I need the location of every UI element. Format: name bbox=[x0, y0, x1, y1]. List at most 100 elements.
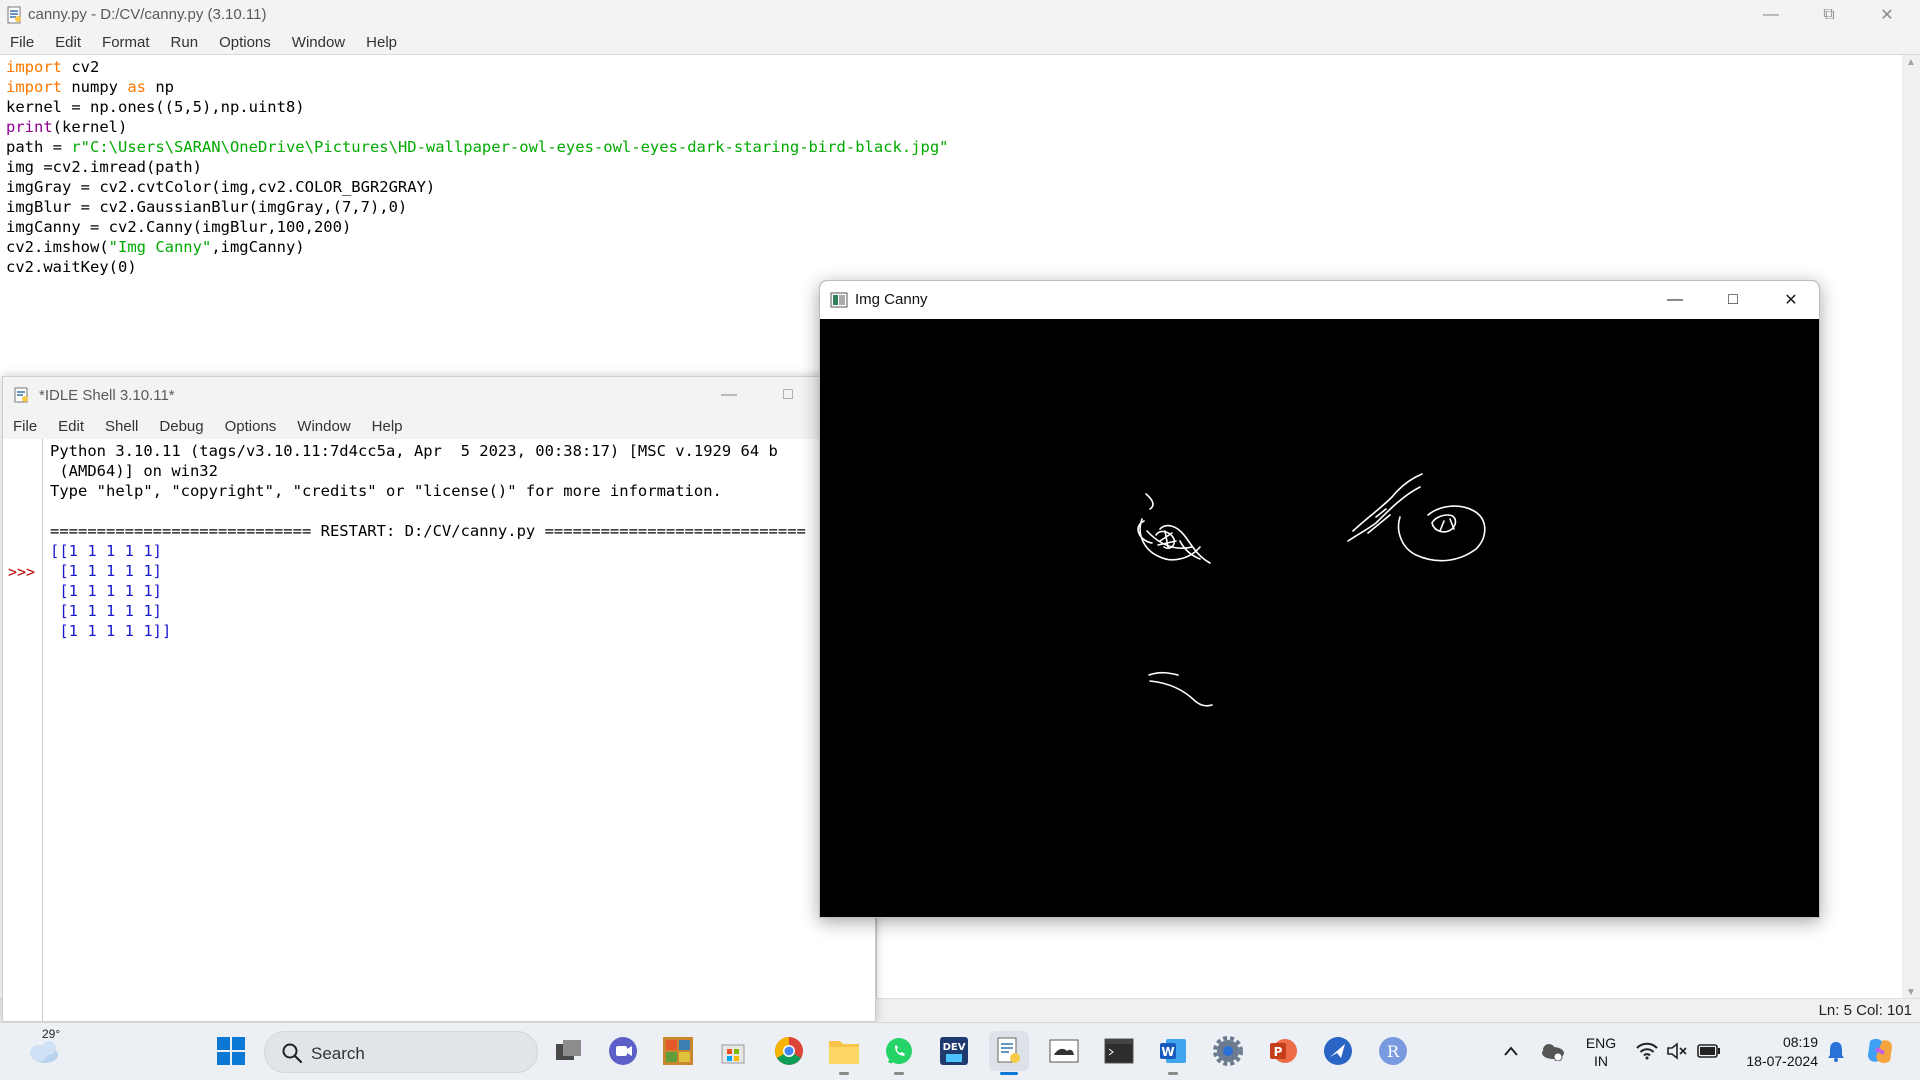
menu-options[interactable]: Options bbox=[219, 34, 271, 51]
editor-text-area[interactable] bbox=[876, 910, 1902, 998]
scroll-up-icon[interactable]: ▲ bbox=[1906, 57, 1916, 68]
shell-minimize-button[interactable]: — bbox=[700, 380, 758, 410]
output-line: [1 1 1 1 1] bbox=[50, 582, 162, 600]
svg-text:DEV: DEV bbox=[943, 1042, 966, 1053]
output-line: [[1 1 1 1 1] bbox=[50, 542, 162, 560]
shell-menubar: File Edit Shell Debug Options Window Hel… bbox=[3, 413, 875, 439]
shell-titlebar[interactable]: *IDLE Shell 3.10.11* — □ bbox=[3, 377, 875, 413]
code-line: imgBlur = cv2.GaussianBlur(imgGray,(7,7)… bbox=[6, 198, 408, 216]
menu-window[interactable]: Window bbox=[292, 34, 345, 51]
code-line: imgGray = cv2.cvtColor(img,cv2.COLOR_BGR… bbox=[6, 178, 436, 196]
cursor-position: Ln: 5 Col: 101 bbox=[1818, 1002, 1912, 1019]
whatsapp-icon[interactable] bbox=[879, 1031, 919, 1075]
shell-maximize-button[interactable]: □ bbox=[759, 380, 817, 410]
shell-menu-debug[interactable]: Debug bbox=[159, 418, 203, 435]
scroll-down-icon[interactable]: ▼ bbox=[1906, 987, 1916, 998]
weather-temp: 29° bbox=[42, 1027, 61, 1041]
canny-edge-image bbox=[820, 319, 1819, 917]
capture-icon[interactable] bbox=[1044, 1031, 1084, 1071]
restore-button[interactable]: ⧉ bbox=[1800, 0, 1858, 30]
code-line: print(kernel) bbox=[6, 118, 128, 136]
feedback-icon[interactable] bbox=[1318, 1031, 1358, 1071]
lang-label: ENG bbox=[1585, 1035, 1617, 1051]
copilot-icon[interactable] bbox=[1860, 1031, 1900, 1071]
chrome-icon[interactable] bbox=[769, 1031, 809, 1071]
notification-bell-icon[interactable] bbox=[1822, 1031, 1850, 1071]
chevron-up-icon[interactable] bbox=[1498, 1031, 1524, 1071]
idle-shell-icon bbox=[13, 386, 31, 404]
battery-icon[interactable] bbox=[1694, 1031, 1724, 1071]
idle-icon[interactable] bbox=[989, 1031, 1029, 1075]
output-line: [1 1 1 1 1] bbox=[50, 562, 162, 580]
settings-icon[interactable] bbox=[1208, 1031, 1248, 1071]
canny-maximize-button[interactable]: □ bbox=[1704, 281, 1762, 319]
menu-file[interactable]: File bbox=[10, 34, 34, 51]
clock-date: 18-07-2024 bbox=[1746, 1053, 1818, 1069]
output-line: [1 1 1 1 1]] bbox=[50, 622, 172, 640]
shell-line: Python 3.10.11 (tags/v3.10.11:7d4cc5a, A… bbox=[50, 442, 778, 460]
idle-shell-window: *IDLE Shell 3.10.11* — □ File Edit Shell… bbox=[2, 376, 876, 1022]
editor-title: canny.py - D:/CV/canny.py (3.10.11) bbox=[28, 6, 267, 23]
output-line: [1 1 1 1 1] bbox=[50, 602, 162, 620]
profile-avatar-icon[interactable]: R bbox=[1373, 1031, 1413, 1071]
terminal-icon[interactable] bbox=[1099, 1031, 1139, 1071]
code-line: path = r"C:\Users\SARAN\OneDrive\Picture… bbox=[6, 138, 949, 156]
canny-titlebar[interactable]: Img Canny — □ ✕ bbox=[820, 281, 1819, 319]
shell-line: ​ bbox=[50, 501, 875, 521]
weather-widget[interactable]: 29° bbox=[20, 1027, 66, 1069]
code-line: import numpy as np bbox=[6, 78, 174, 96]
close-button[interactable]: ✕ bbox=[1858, 0, 1916, 30]
start-button[interactable] bbox=[211, 1031, 251, 1071]
img-canny-window: Img Canny — □ ✕ bbox=[819, 280, 1820, 918]
volume-muted-icon[interactable] bbox=[1663, 1031, 1691, 1071]
word-icon[interactable]: W bbox=[1153, 1031, 1193, 1075]
shell-line: (AMD64)] on win32 bbox=[50, 462, 218, 480]
taskbar-search[interactable]: Search bbox=[264, 1031, 538, 1073]
task-view-icon[interactable] bbox=[549, 1031, 589, 1071]
shell-menu-options[interactable]: Options bbox=[225, 418, 277, 435]
opencv-window-icon bbox=[830, 291, 848, 309]
shell-prompt: >>> bbox=[8, 563, 36, 581]
shell-menu-help[interactable]: Help bbox=[372, 418, 403, 435]
menu-edit[interactable]: Edit bbox=[55, 34, 81, 51]
clock[interactable]: 08:19 18-07-2024 bbox=[1734, 1033, 1818, 1071]
shell-menu-edit[interactable]: Edit bbox=[58, 418, 84, 435]
shell-line: Type "help", "copyright", "credits" or "… bbox=[50, 482, 722, 500]
store-icon[interactable] bbox=[713, 1031, 753, 1071]
code-line: cv2.imshow("Img Canny",imgCanny) bbox=[6, 238, 305, 256]
search-icon bbox=[281, 1042, 303, 1069]
onedrive-icon[interactable] bbox=[1535, 1031, 1569, 1071]
shell-line: ============================ RESTART: D:… bbox=[50, 522, 806, 540]
shell-menu-window[interactable]: Window bbox=[297, 418, 350, 435]
clock-time: 08:19 bbox=[1782, 1034, 1818, 1050]
svg-text:W: W bbox=[1161, 1045, 1174, 1059]
menu-run[interactable]: Run bbox=[171, 34, 199, 51]
svg-text:R: R bbox=[1387, 1042, 1400, 1061]
canny-minimize-button[interactable]: — bbox=[1646, 281, 1704, 319]
menu-format[interactable]: Format bbox=[102, 34, 150, 51]
editor-titlebar[interactable]: canny.py - D:/CV/canny.py (3.10.11) — ⧉ … bbox=[0, 0, 1920, 30]
powerpoint-icon[interactable]: P bbox=[1263, 1031, 1303, 1071]
shell-output[interactable]: Python 3.10.11 (tags/v3.10.11:7d4cc5a, A… bbox=[50, 441, 875, 1019]
shell-menu-shell[interactable]: Shell bbox=[105, 418, 138, 435]
code-line: img =cv2.imread(path) bbox=[6, 158, 202, 176]
svg-text:P: P bbox=[1274, 1045, 1283, 1059]
vertical-scrollbar[interactable]: ▲ ▼ bbox=[1902, 55, 1920, 1000]
python-file-icon bbox=[6, 6, 24, 24]
menu-help[interactable]: Help bbox=[366, 34, 397, 51]
minimize-button[interactable]: — bbox=[1742, 0, 1800, 30]
file-explorer-icon[interactable] bbox=[824, 1031, 864, 1075]
dev-home-icon[interactable]: DEV bbox=[934, 1031, 974, 1071]
wifi-icon[interactable] bbox=[1633, 1031, 1661, 1071]
code-line: imgCanny = cv2.Canny(imgBlur,100,200) bbox=[6, 218, 352, 236]
canny-close-button[interactable]: ✕ bbox=[1762, 281, 1819, 319]
shell-menu-file[interactable]: File bbox=[13, 418, 37, 435]
taskbar: 29° Search DEV W P R ENG IN 08:19 18-07-… bbox=[0, 1022, 1920, 1080]
photos-icon[interactable] bbox=[658, 1031, 698, 1071]
code-editor[interactable]: import cv2 import numpy as np kernel = np.… bbox=[6, 57, 949, 277]
language-indicator[interactable]: ENG IN bbox=[1580, 1034, 1622, 1070]
meet-icon[interactable] bbox=[603, 1031, 643, 1071]
region-label: IN bbox=[1594, 1053, 1608, 1069]
shell-title: *IDLE Shell 3.10.11* bbox=[39, 387, 175, 404]
code-line: import cv2 bbox=[6, 58, 100, 76]
